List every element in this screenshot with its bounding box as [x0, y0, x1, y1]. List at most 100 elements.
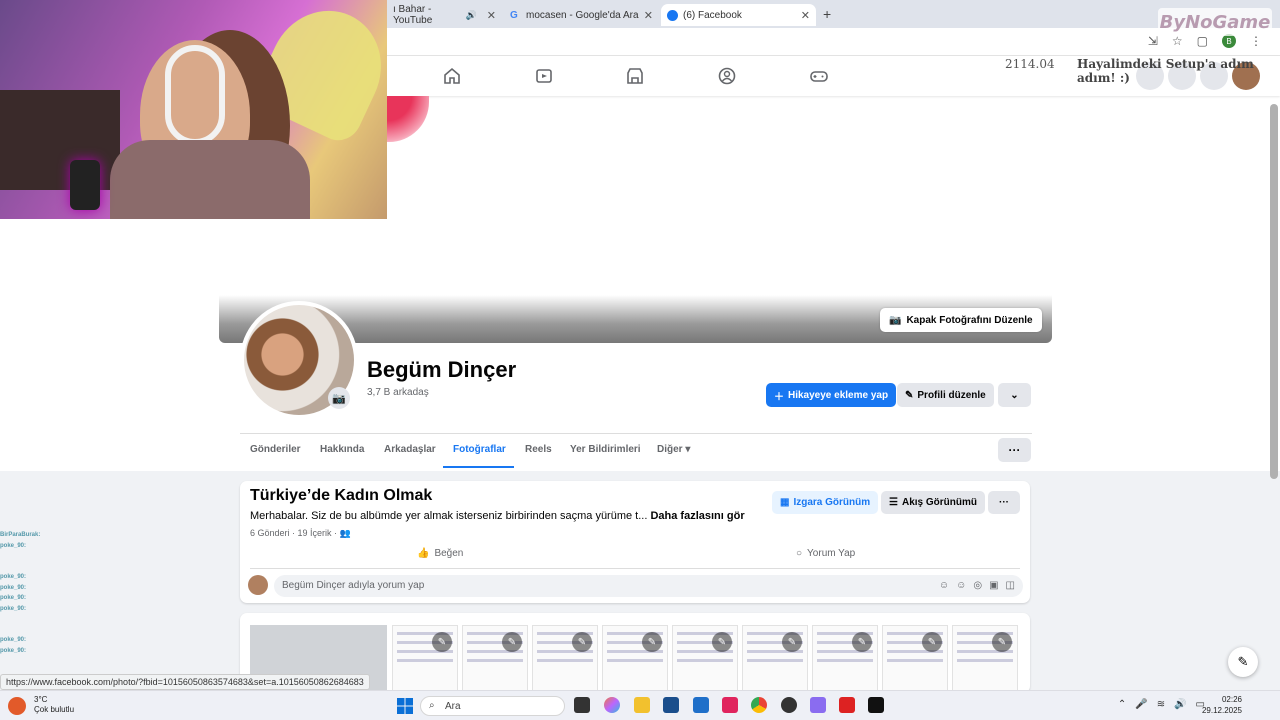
chat-user: poke_90: [0, 637, 27, 643]
chat-line: poke_90: [0, 646, 250, 657]
close-icon[interactable]: ✕ [801, 9, 810, 22]
app-icon[interactable] [810, 697, 826, 713]
webcam-overlay [0, 0, 387, 219]
obs-icon[interactable] [781, 697, 797, 713]
photo-thumbnail[interactable]: ✎ [602, 625, 668, 693]
grid-view-button[interactable]: ▦ Izgara Görünüm [772, 491, 879, 514]
microphone-icon[interactable]: 🎤 [1135, 699, 1147, 710]
add-story-button[interactable]: ＋ Hikayeye ekleme yap [766, 383, 897, 407]
tab-google[interactable]: G mocasen - Google'da Ara ✕ [504, 4, 659, 26]
gif-icon[interactable]: ▣ [989, 580, 998, 591]
taskbar-clock[interactable]: 02:26 29.12.2025 [1202, 694, 1242, 716]
thumbs-up-icon: 👍 [417, 548, 430, 559]
profile-avatar-icon[interactable]: B [1222, 34, 1236, 48]
scrollbar[interactable] [1270, 104, 1278, 479]
chat-line: poke_90: [0, 604, 250, 615]
tab-more[interactable]: Diğer ▾ [657, 444, 690, 455]
bookmark-star-icon[interactable]: ☆ [1172, 34, 1183, 48]
photo-thumbnail[interactable]: ✎ [392, 625, 458, 693]
photo-thumbnail[interactable]: ✎ [812, 625, 878, 693]
install-icon[interactable]: ⇲ [1148, 34, 1158, 48]
gaming-icon[interactable] [809, 66, 829, 86]
photo-thumbnail[interactable]: ✎ [742, 625, 808, 693]
copilot-icon[interactable] [604, 697, 620, 713]
pencil-icon[interactable]: ✎ [712, 632, 732, 652]
compose-icon: ✎ [1237, 654, 1249, 669]
edit-profile-button[interactable]: ✎ Profili düzenle [897, 383, 994, 407]
chrome-icon[interactable] [751, 697, 767, 713]
tiktok-studio-icon[interactable] [722, 697, 738, 713]
home-icon[interactable] [442, 66, 462, 86]
pencil-icon[interactable]: ✎ [572, 632, 592, 652]
volume-icon[interactable]: 🔊 [1174, 699, 1186, 710]
decorative-blob [387, 96, 429, 142]
comment-button[interactable]: ○ Yorum Yap [796, 548, 855, 559]
more-options-button[interactable]: ··· [998, 438, 1031, 462]
plus-icon: ＋ [774, 391, 784, 403]
tab-facebook-label: (6) Facebook [683, 9, 742, 21]
weather-widget[interactable]: 3°C Çok bulutlu [34, 695, 74, 715]
photo-thumbnail[interactable]: ✎ [532, 625, 598, 693]
album-meta: 6 Gönderi · 19 İçerik · 👥 [250, 528, 351, 539]
tiktok-icon[interactable] [868, 697, 884, 713]
like-button[interactable]: 👍 Beğen [417, 548, 463, 559]
pencil-icon[interactable]: ✎ [992, 632, 1012, 652]
wifi-icon[interactable]: ≋ [1157, 699, 1165, 710]
tab-check-ins[interactable]: Yer Bildirimleri [570, 444, 641, 455]
see-more-link[interactable]: Daha fazlasını gör [650, 510, 744, 522]
photo-thumbnail[interactable]: ✎ [952, 625, 1018, 693]
feed-view-button[interactable]: ☰ Akış Görünümü [881, 491, 985, 514]
profile-name: Begüm Dinçer [367, 357, 517, 382]
tab-facebook[interactable]: (6) Facebook ✕ [661, 4, 816, 26]
app-l-icon[interactable] [839, 697, 855, 713]
file-explorer-icon[interactable] [634, 697, 650, 713]
chat-user: poke_90: [0, 605, 27, 612]
pencil-icon[interactable]: ✎ [432, 632, 452, 652]
windows-start-icon[interactable] [397, 698, 413, 714]
tab-photos[interactable]: Fotoğraflar [453, 444, 506, 455]
task-view-icon[interactable] [574, 697, 590, 713]
list-icon: ☰ [889, 497, 898, 508]
profile-dropdown-button[interactable]: ⌄ [998, 383, 1031, 407]
webcam-robe [110, 140, 310, 219]
store-icon[interactable] [663, 697, 679, 713]
pencil-icon[interactable]: ✎ [642, 632, 662, 652]
comment-icon: ○ [796, 548, 803, 559]
comment-input[interactable]: Begüm Dinçer adıyla yorum yap ☺ ☺ ◎ ▣ ◫ [274, 575, 1023, 597]
tab-about[interactable]: Hakkında [320, 444, 364, 455]
close-icon[interactable]: ✕ [644, 9, 653, 22]
close-icon[interactable]: ✕ [487, 9, 496, 22]
tab-posts[interactable]: Gönderiler [250, 444, 301, 455]
camera-icon[interactable]: 📷 [328, 387, 350, 409]
pencil-icon[interactable]: ✎ [852, 632, 872, 652]
album-more-button[interactable]: ··· [988, 491, 1020, 514]
photo-thumbnail[interactable]: ✎ [882, 625, 948, 693]
pencil-icon[interactable]: ✎ [782, 632, 802, 652]
profile-tabs: Gönderiler Hakkında Arkadaşlar Fotoğrafl… [240, 433, 1032, 469]
menu-dots-icon[interactable]: ⋮ [1250, 34, 1262, 48]
tab-youtube[interactable]: ı Bahar - YouTube 🔊 ✕ [387, 4, 502, 26]
photo-thumbnail[interactable]: ✎ [672, 625, 738, 693]
new-tab-icon[interactable]: + [823, 6, 831, 22]
chevron-up-icon[interactable]: ⌃ [1118, 699, 1126, 710]
pencil-icon[interactable]: ✎ [502, 632, 522, 652]
video-icon[interactable] [534, 66, 554, 86]
taskbar-search[interactable]: ⌕ Ara [420, 696, 565, 716]
tab-reels[interactable]: Reels [525, 444, 552, 455]
friend-count[interactable]: 3,7 B arkadaş [367, 387, 429, 398]
marketplace-icon[interactable] [625, 66, 645, 86]
extensions-icon[interactable]: ▢ [1197, 34, 1208, 48]
speaker-icon[interactable]: 🔊 [466, 10, 477, 21]
outlook-icon[interactable] [693, 697, 709, 713]
photo-thumbnail[interactable]: ✎ [462, 625, 528, 693]
emoji-icon[interactable]: ☺ [956, 580, 966, 591]
new-message-button[interactable]: ✎ [1228, 647, 1258, 677]
groups-icon[interactable] [717, 66, 737, 86]
edit-cover-button[interactable]: 📷 Kapak Fotoğrafını Düzenle [880, 308, 1042, 332]
pencil-icon[interactable]: ✎ [922, 632, 942, 652]
avatar-sticker-icon[interactable]: ☺ [939, 580, 949, 591]
tab-friends[interactable]: Arkadaşlar [384, 444, 436, 455]
tab-more-label: Diğer [657, 444, 683, 455]
camera-icon[interactable]: ◎ [973, 580, 982, 591]
sticker-icon[interactable]: ◫ [1006, 580, 1015, 591]
